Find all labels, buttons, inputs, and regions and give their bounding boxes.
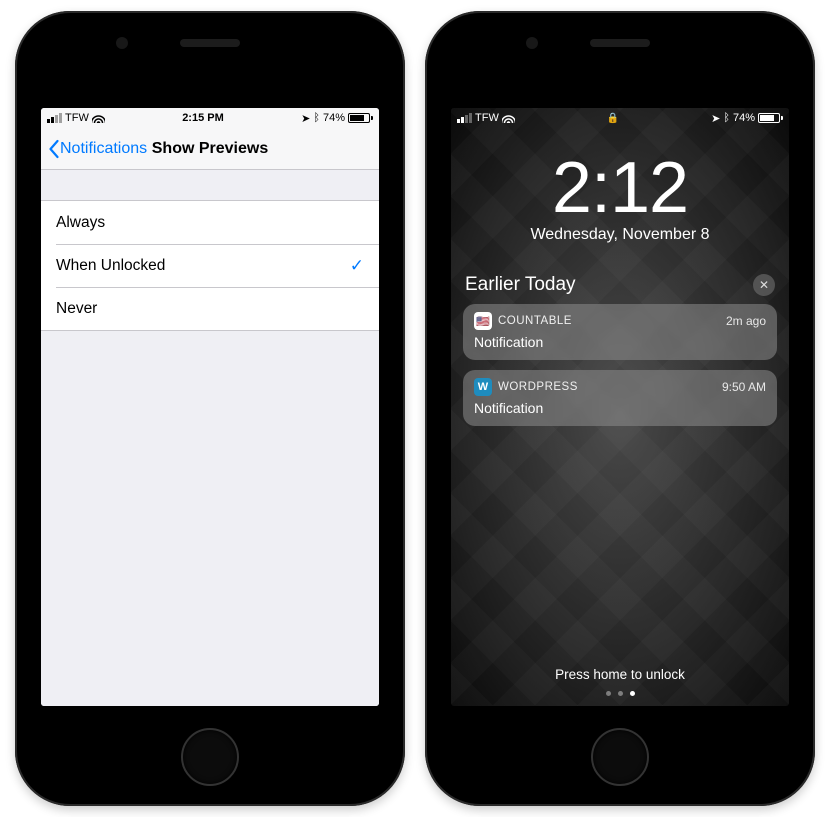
bluetooth-icon: ᛒ [313, 112, 320, 124]
back-button[interactable]: Notifications [47, 139, 147, 159]
option-never[interactable]: Never [56, 287, 379, 330]
settings-screen: TFW 2:15 PM ➤ ᛒ 74% Notifications Show P… [41, 108, 379, 706]
status-bar: TFW 2:15 PM ➤ ᛒ 74% [41, 108, 379, 128]
wifi-icon [92, 113, 105, 123]
notification-card[interactable]: 🇺🇸 COUNTABLE 2m ago Notification [463, 304, 777, 360]
nav-bar: Notifications Show Previews [41, 128, 379, 170]
lock-date: Wednesday, November 8 [451, 226, 789, 244]
option-label: Never [56, 300, 97, 318]
notification-section-header: Earlier Today ✕ [465, 274, 775, 296]
home-button[interactable] [181, 728, 239, 786]
option-when-unlocked[interactable]: When Unlocked ✓ [56, 244, 379, 287]
back-label: Notifications [60, 140, 147, 158]
earpiece [590, 39, 650, 47]
app-name: COUNTABLE [498, 315, 720, 327]
clear-notifications-button[interactable]: ✕ [753, 274, 775, 296]
battery-icon [758, 113, 783, 123]
checkmark-icon: ✓ [350, 256, 364, 276]
location-icon: ➤ [301, 112, 310, 125]
notification-time: 2m ago [726, 314, 766, 328]
notification-body: Notification [474, 400, 766, 416]
page-dot [630, 691, 635, 696]
carrier-label: TFW [475, 112, 499, 124]
app-icon: W [474, 378, 492, 396]
battery-icon [348, 113, 373, 123]
phone-right: TFW 🔒 ➤ ᛒ 74% 2:12 Wednesday, November 8… [425, 11, 815, 806]
unlock-hint: Press home to unlock [451, 667, 789, 682]
lock-clock: 2:12 Wednesday, November 8 [451, 152, 789, 244]
options-group: Always When Unlocked ✓ Never [41, 200, 379, 331]
signal-icon [457, 113, 472, 123]
notification-body: Notification [474, 334, 766, 350]
chevron-left-icon [47, 139, 60, 159]
section-title: Earlier Today [465, 274, 576, 296]
page-dot [606, 691, 611, 696]
page-indicator [451, 691, 789, 696]
battery-percent: 74% [733, 112, 755, 124]
front-camera [116, 37, 128, 49]
lock-screen: TFW 🔒 ➤ ᛒ 74% 2:12 Wednesday, November 8… [451, 108, 789, 706]
lock-icon: 🔒 [607, 113, 619, 124]
notification-time: 9:50 AM [722, 380, 766, 394]
option-label: When Unlocked [56, 257, 165, 275]
lock-time: 2:12 [451, 152, 789, 224]
app-icon: 🇺🇸 [474, 312, 492, 330]
home-button[interactable] [591, 728, 649, 786]
front-camera [526, 37, 538, 49]
page-dot [618, 691, 623, 696]
app-name: WORDPRESS [498, 381, 716, 393]
option-always[interactable]: Always [41, 201, 379, 244]
signal-icon [47, 113, 62, 123]
option-label: Always [56, 214, 105, 232]
phone-left: TFW 2:15 PM ➤ ᛒ 74% Notifications Show P… [15, 11, 405, 806]
status-bar: TFW 🔒 ➤ ᛒ 74% [451, 108, 789, 128]
bluetooth-icon: ᛒ [723, 112, 730, 124]
wifi-icon [502, 113, 515, 123]
carrier-label: TFW [65, 112, 89, 124]
settings-body: Always When Unlocked ✓ Never [41, 170, 379, 706]
location-icon: ➤ [711, 112, 720, 125]
earpiece [180, 39, 240, 47]
notification-card[interactable]: W WORDPRESS 9:50 AM Notification [463, 370, 777, 426]
battery-percent: 74% [323, 112, 345, 124]
status-time: 2:15 PM [182, 112, 224, 124]
